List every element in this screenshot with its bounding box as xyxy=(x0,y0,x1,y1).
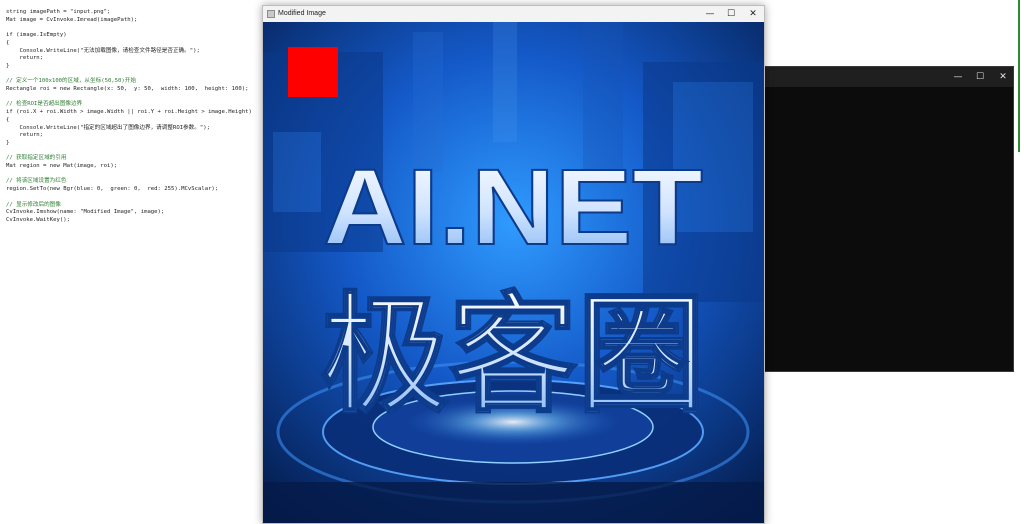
code-comment-line[interactable]: // 获取指定区域的引用 xyxy=(6,155,66,162)
console-maximize-button[interactable]: ☐ xyxy=(973,71,987,83)
code-line[interactable]: Console.WriteLine("指定的区域超出了图像边界，请调整ROI参数… xyxy=(6,125,209,132)
code-comment-line[interactable]: // 将该区域设置为红色 xyxy=(6,178,66,185)
image-artwork: AI.NET 极客圈 xyxy=(263,22,764,523)
code-line[interactable]: CvInvoke.WaitKey(); xyxy=(6,217,70,224)
code-line[interactable]: region.SetTo(new Bgr(blue: 0, green: 0, … xyxy=(6,186,218,193)
editor-scroll-indicator xyxy=(1018,0,1020,152)
code-line[interactable]: CvInvoke.Imshow(name: "Modified Image", … xyxy=(6,209,164,216)
code-line[interactable]: { xyxy=(6,117,9,124)
code-line[interactable]: } xyxy=(6,140,9,147)
editor-right-area xyxy=(765,0,1024,66)
code-line[interactable]: } xyxy=(6,63,9,70)
code-line[interactable]: string imagePath = "input.png"; xyxy=(6,9,110,16)
code-comment-line[interactable]: // 检查ROI是否超出图像边界 xyxy=(6,101,82,108)
code-line[interactable]: return; xyxy=(6,132,43,139)
code-line[interactable]: Mat image = CvInvoke.Imread(imagePath); xyxy=(6,17,137,24)
console-minimize-button[interactable]: — xyxy=(951,71,965,83)
code-line[interactable]: Console.WriteLine("无法加载图像，请检查文件路径是否正确。")… xyxy=(6,48,199,55)
modified-image-window[interactable]: Modified Image — ☐ ✕ AI.NET 极客圈 xyxy=(262,5,765,524)
code-editor[interactable]: string imagePath = "input.png"; Mat image… xyxy=(0,0,262,524)
code-line[interactable]: Mat region = new Mat(image, roi); xyxy=(6,163,117,170)
console-window[interactable]: — ☐ ✕ xyxy=(740,66,1014,372)
window-app-icon xyxy=(267,10,275,18)
image-close-button[interactable]: ✕ xyxy=(744,7,762,21)
console-titlebar[interactable]: — ☐ ✕ xyxy=(741,67,1013,87)
image-text-ai-net: AI.NET xyxy=(323,146,703,267)
image-maximize-button[interactable]: ☐ xyxy=(722,7,740,21)
code-comment-line[interactable]: // 定义一个100x100的区域，从坐标(50,50)开始 xyxy=(6,78,136,85)
code-line[interactable]: Rectangle roi = new Rectangle(x: 50, y: … xyxy=(6,86,248,93)
image-window-titlebar[interactable]: Modified Image — ☐ ✕ xyxy=(263,6,764,22)
image-minimize-button[interactable]: — xyxy=(701,7,719,21)
code-line[interactable]: if (roi.X + roi.Width > image.Width || r… xyxy=(6,109,252,116)
displayed-image: AI.NET 极客圈 xyxy=(263,22,764,523)
code-line[interactable]: return; xyxy=(6,55,43,62)
console-close-button[interactable]: ✕ xyxy=(996,71,1010,83)
code-line[interactable]: if (image.IsEmpty) xyxy=(6,32,67,39)
window-title: Modified Image xyxy=(278,10,326,17)
code-line[interactable]: { xyxy=(6,40,9,47)
image-text-jikequan: 极客圈 xyxy=(321,282,706,428)
roi-red-region xyxy=(288,47,338,97)
code-comment-line[interactable]: // 显示修改后的图像 xyxy=(6,202,61,209)
